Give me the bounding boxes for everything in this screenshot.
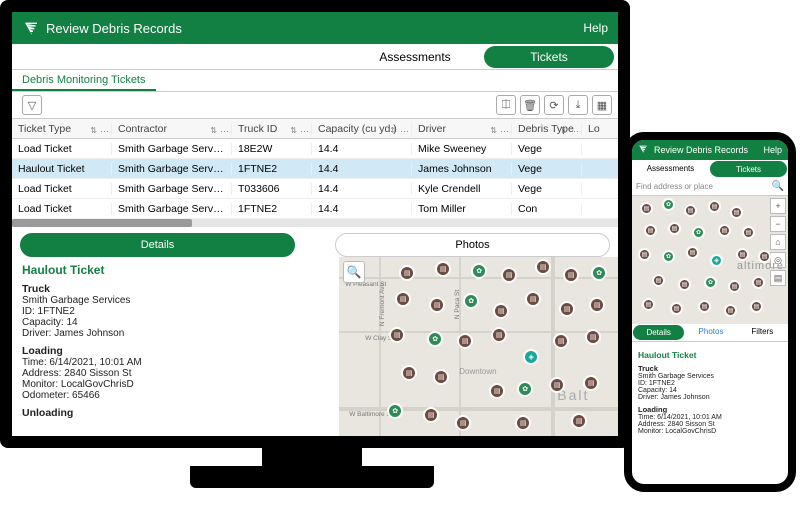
table-row[interactable]: Load TicketSmith Garbage Services1FTNE21… <box>12 199 618 219</box>
layout-button[interactable]: ▦ <box>592 95 612 115</box>
columns-button[interactable]: ⎅ <box>496 95 516 115</box>
tab-tickets[interactable]: Tickets <box>484 46 614 68</box>
tab-details[interactable]: Details <box>20 233 295 257</box>
truck-id: ID: 1FTNE2 <box>22 306 329 317</box>
grid-toolbar: ▽ ⎅ 🗑 ⟳ ⤓ ▦ <box>12 92 618 118</box>
phone-dettab-filters[interactable]: Filters <box>737 324 788 341</box>
table-row[interactable]: Haulout TicketSmith Garbage Services1FTN… <box>12 159 618 179</box>
phone-header: Review Debris Records Help <box>632 140 788 160</box>
phone-tab-assessments[interactable]: Assessments <box>632 160 709 178</box>
tab-photos[interactable]: Photos <box>335 233 610 257</box>
subtab-debris-monitoring[interactable]: Debris Monitoring Tickets <box>12 70 156 91</box>
unloading-header: Unloading <box>22 407 329 419</box>
phone-dettab-details[interactable]: Details <box>633 325 684 340</box>
phone-tab-tickets[interactable]: Tickets <box>710 161 787 177</box>
app-title: Review Debris Records <box>46 21 182 36</box>
col-ticket-type[interactable]: Ticket Type⇅⋯ <box>12 123 112 135</box>
truck-capacity: Capacity: 14 <box>22 317 329 328</box>
delete-button[interactable]: 🗑 <box>520 95 540 115</box>
phone-detail-pane: Haulout Ticket Truck Smith Garbage Servi… <box>632 342 788 439</box>
loading-monitor: Monitor: LocalGovChrisD <box>22 379 329 390</box>
phone-help[interactable]: Help <box>763 145 782 155</box>
export-button[interactable]: ⤓ <box>568 95 588 115</box>
sub-tabs: Debris Monitoring Tickets <box>12 70 618 92</box>
phone-map-tools: + − ⌂ ◎ ▤ <box>770 198 786 288</box>
main-tabs: Assessments Tickets <box>12 44 618 70</box>
col-overflow[interactable]: Lo <box>582 123 622 135</box>
phone-map[interactable]: + − ⌂ ◎ ▤ altimore ▤ ✿ ▤ ▤ ▤ ▤ ▤ ✿ ▤ ▤ ▤… <box>632 196 788 324</box>
detail-tabs: Details Photos <box>20 233 610 257</box>
phone-search[interactable]: Find address or place 🔍 <box>632 178 788 196</box>
phone-detail-title: Haulout Ticket <box>638 350 782 360</box>
app-header: Review Debris Records Help <box>12 12 618 44</box>
tornado-icon <box>22 19 40 37</box>
col-capacity[interactable]: Capacity (cu yd.)⇅⋯ <box>312 123 412 135</box>
table-row[interactable]: Load TicketSmith Garbage ServicesT033606… <box>12 179 618 199</box>
col-contractor[interactable]: Contractor⇅⋯ <box>112 123 232 135</box>
refresh-button[interactable]: ⟳ <box>544 95 564 115</box>
layers-button[interactable]: ▤ <box>770 270 786 286</box>
map[interactable]: W Pleasant St N Fremont Ave N Paca St W … <box>339 257 618 448</box>
tornado-icon <box>638 144 650 156</box>
help-link[interactable]: Help <box>583 21 608 35</box>
loading-address: Address: 2840 Sisson St <box>22 368 329 379</box>
grid-header-row: Ticket Type⇅⋯ Contractor⇅⋯ Truck ID⇅⋯ Ca… <box>12 119 618 139</box>
col-truck-id[interactable]: Truck ID⇅⋯ <box>232 123 312 135</box>
loading-odometer: Odometer: 65466 <box>22 390 329 401</box>
filter-button[interactable]: ▽ <box>22 95 42 115</box>
zoom-in-button[interactable]: + <box>770 198 786 214</box>
truck-contractor: Smith Garbage Services <box>22 295 329 306</box>
truck-driver: Driver: James Johnson <box>22 328 329 339</box>
tab-assessments[interactable]: Assessments <box>350 44 480 69</box>
phone-dettab-photos[interactable]: Photos <box>685 324 736 341</box>
home-button[interactable]: ⌂ <box>770 234 786 250</box>
map-search-button[interactable]: 🔍 <box>343 261 365 283</box>
truck-header: Truck <box>22 283 329 295</box>
tickets-grid: Ticket Type⇅⋯ Contractor⇅⋯ Truck ID⇅⋯ Ca… <box>12 118 618 227</box>
col-driver[interactable]: Driver⇅⋯ <box>412 123 512 135</box>
detail-title: Haulout Ticket <box>22 263 329 277</box>
phone-mock: Review Debris Records Help Assessments T… <box>624 132 796 492</box>
grid-h-scrollbar[interactable] <box>12 219 618 227</box>
phone-search-placeholder: Find address or place <box>636 182 713 191</box>
loading-time: Time: 6/14/2021, 10:01 AM <box>22 357 329 368</box>
table-row[interactable]: Load TicketSmith Garbage Services18E2W14… <box>12 139 618 159</box>
col-debris-type[interactable]: Debris Type⇅⋯ <box>512 123 582 135</box>
detail-pane: Haulout Ticket Truck Smith Garbage Servi… <box>12 257 339 448</box>
zoom-out-button[interactable]: − <box>770 216 786 232</box>
loading-header: Loading <box>22 345 329 357</box>
search-icon: 🔍 <box>772 181 784 192</box>
phone-title: Review Debris Records <box>654 145 748 155</box>
